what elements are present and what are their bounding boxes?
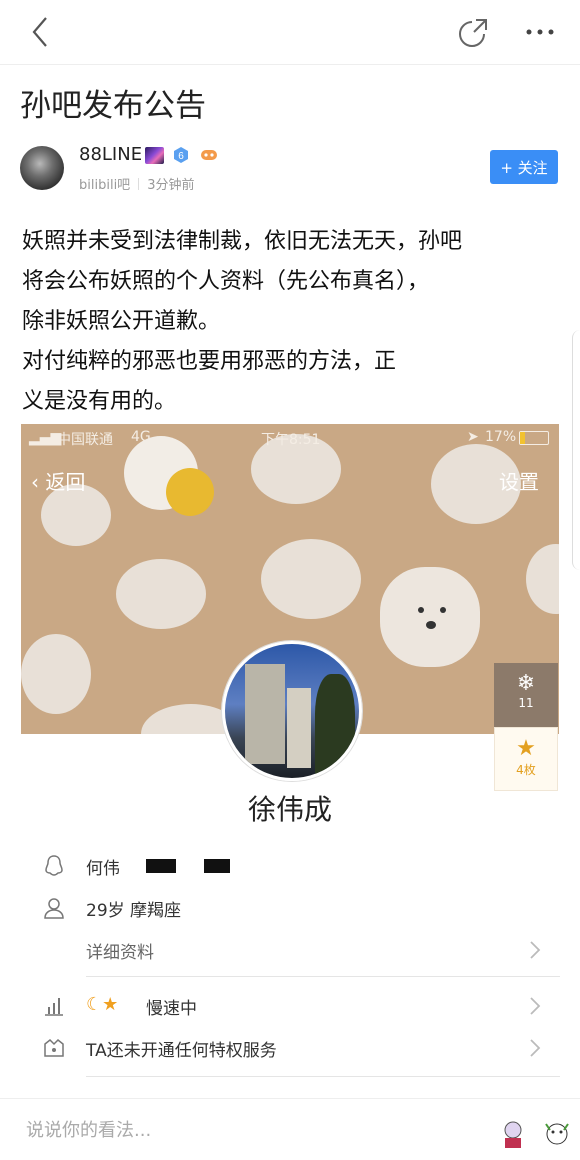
- privilege-text: TA还未开通任何特权服务: [86, 1041, 277, 1061]
- speed-text: 慢速中: [146, 999, 197, 1019]
- svg-text:6: 6: [178, 151, 184, 162]
- coin-badge[interactable]: ★ 4枚: [494, 727, 558, 791]
- comment-input[interactable]: 说说你的看法...: [26, 1116, 151, 1142]
- snowflake-icon: ❄: [516, 671, 536, 696]
- info-row-age: 29岁 摩羯座: [0, 888, 580, 928]
- body-line: 将会公布妖照的个人资料（先公布真名），: [22, 269, 430, 294]
- info-row-qq: 何伟: [0, 846, 580, 886]
- chart-icon: [45, 998, 63, 1016]
- body-line: 对付纯粹的邪恶也要用邪恶的方法，正: [22, 349, 397, 374]
- embedded-status-bar: ▂▄▆ 中国联通 4G 下午8:51 ➤ 17%: [21, 424, 559, 452]
- author-name[interactable]: 88LINE: [79, 144, 142, 165]
- body-line: 义是没有用的。: [22, 389, 177, 414]
- scroll-indicator: [572, 330, 580, 570]
- snowflake-badge[interactable]: ❄ 11: [494, 663, 558, 727]
- moon-star-icon: ☾★: [86, 994, 119, 1015]
- gamepad-icon: [201, 150, 217, 160]
- bear-decoration: [380, 567, 480, 667]
- level-badge-icon: 6: [174, 147, 188, 163]
- post-body: 妖照并未受到法律制裁，依旧无法无天，孙吧 将会公布妖照的个人资料（先公布真名），…: [22, 222, 562, 422]
- post-time: 3分钟前: [147, 178, 195, 193]
- status-time: 下午8:51: [261, 432, 321, 448]
- body-line: 除非妖照公开道歉。: [22, 309, 221, 334]
- emoji-icon[interactable]: [540, 1118, 574, 1150]
- detail-link[interactable]: 详细资料: [86, 938, 154, 963]
- embedded-settings: 设置: [499, 470, 539, 494]
- post-meta: bilibili吧 3分钟前: [79, 174, 194, 193]
- battery-level: 17%: [485, 429, 517, 445]
- egg-yolk-decoration: [166, 468, 214, 516]
- carrier: 中国联通: [57, 432, 113, 448]
- info-row-detail[interactable]: 详细资料: [0, 930, 580, 970]
- coin-count: 4枚: [516, 763, 536, 777]
- qq-text: 何伟: [86, 859, 120, 879]
- chevron-right-icon: [530, 997, 541, 1015]
- body-line: 妖照并未受到法律制裁，依旧无法无天，孙吧: [22, 229, 463, 254]
- location-icon: ➤: [467, 429, 479, 445]
- sticker-icon[interactable]: [496, 1118, 530, 1150]
- source-forum[interactable]: bilibili吧: [79, 178, 130, 193]
- person-icon: [44, 898, 64, 919]
- privilege-icon: [44, 1038, 64, 1057]
- chevron-right-icon: [530, 1039, 541, 1057]
- info-row-speed[interactable]: ☾★ 慢速中: [0, 986, 580, 1026]
- profile-avatar: [222, 641, 362, 781]
- divider: [86, 976, 560, 977]
- redaction: [146, 859, 176, 873]
- embedded-back: ‹ 返回: [31, 470, 86, 494]
- info-row-privilege[interactable]: TA还未开通任何特权服务: [0, 1028, 580, 1068]
- profile-name: 徐伟成: [247, 793, 332, 826]
- more-icon[interactable]: [520, 18, 560, 46]
- battery-icon: [519, 431, 549, 445]
- galaxy-badge-icon: [145, 147, 164, 164]
- follow-button[interactable]: + 关注: [490, 150, 558, 184]
- chevron-right-icon: [530, 941, 541, 959]
- qq-penguin-icon: [45, 855, 63, 876]
- age-text: 29岁 摩羯座: [86, 901, 182, 921]
- divider: [86, 1076, 560, 1077]
- snowflake-count: 11: [518, 696, 534, 710]
- share-icon[interactable]: [456, 14, 492, 50]
- star-coin-icon: ★: [516, 736, 536, 761]
- post-title: 孙吧发布公告: [20, 88, 206, 124]
- back-icon[interactable]: [28, 14, 58, 50]
- redaction: [204, 859, 230, 873]
- top-nav: [0, 0, 580, 65]
- author-avatar[interactable]: [20, 146, 64, 190]
